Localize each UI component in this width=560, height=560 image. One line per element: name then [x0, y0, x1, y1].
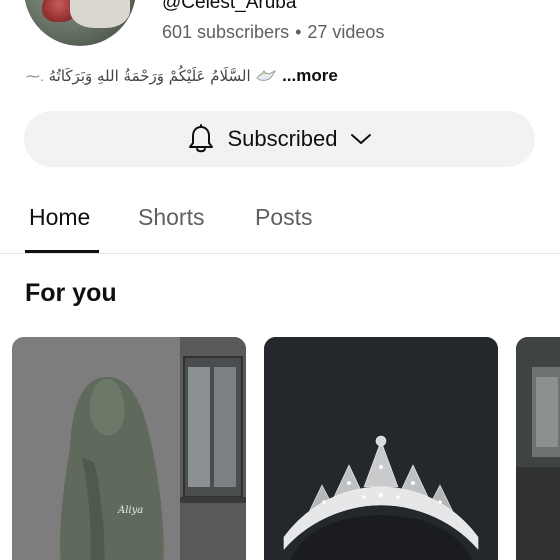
card-1-caption: Aliya — [118, 505, 144, 516]
channel-avatar[interactable] — [24, 0, 136, 46]
description-text: السَّلَامُ عَلَيْكُمْ وَرَحْمَةُ اللهِ و… — [48, 67, 251, 85]
hand-image — [70, 0, 130, 28]
channel-meta: 601 subscribers • 27 videos — [162, 22, 384, 43]
card-3-thumbnail — [516, 337, 560, 560]
channel-handle: @Celest_Aruba — [162, 0, 297, 13]
video-count: 27 videos — [307, 22, 385, 42]
subscriber-count: 601 subscribers — [162, 22, 290, 42]
short-card-3[interactable] — [516, 337, 560, 560]
subscribed-button[interactable]: Subscribed — [24, 111, 535, 167]
subscribed-label: Subscribed — [227, 126, 338, 151]
tab-home[interactable]: Home — [29, 204, 90, 231]
channel-description[interactable]: ⁓. السَّلَامُ عَلَيْكُمْ وَرَحْمَةُ الله… — [26, 66, 338, 86]
short-card-1[interactable]: Aliya — [12, 337, 246, 560]
card-2-thumbnail — [264, 337, 498, 560]
short-card-2[interactable] — [264, 337, 498, 560]
tab-shorts[interactable]: Shorts — [138, 204, 204, 231]
chevron-down-icon — [350, 134, 371, 144]
more-link[interactable]: ...more — [282, 66, 338, 85]
card-1-thumbnail — [12, 337, 246, 560]
description-ornament-icon: ⁓. — [26, 68, 44, 84]
channel-tabs: Home Shorts Posts — [0, 190, 560, 254]
tab-posts[interactable]: Posts — [255, 204, 313, 231]
dove-icon — [256, 69, 277, 81]
active-tab-indicator — [25, 250, 99, 253]
bell-icon — [189, 124, 214, 153]
meta-separator: • — [295, 22, 302, 42]
section-title: For you — [25, 279, 117, 307]
